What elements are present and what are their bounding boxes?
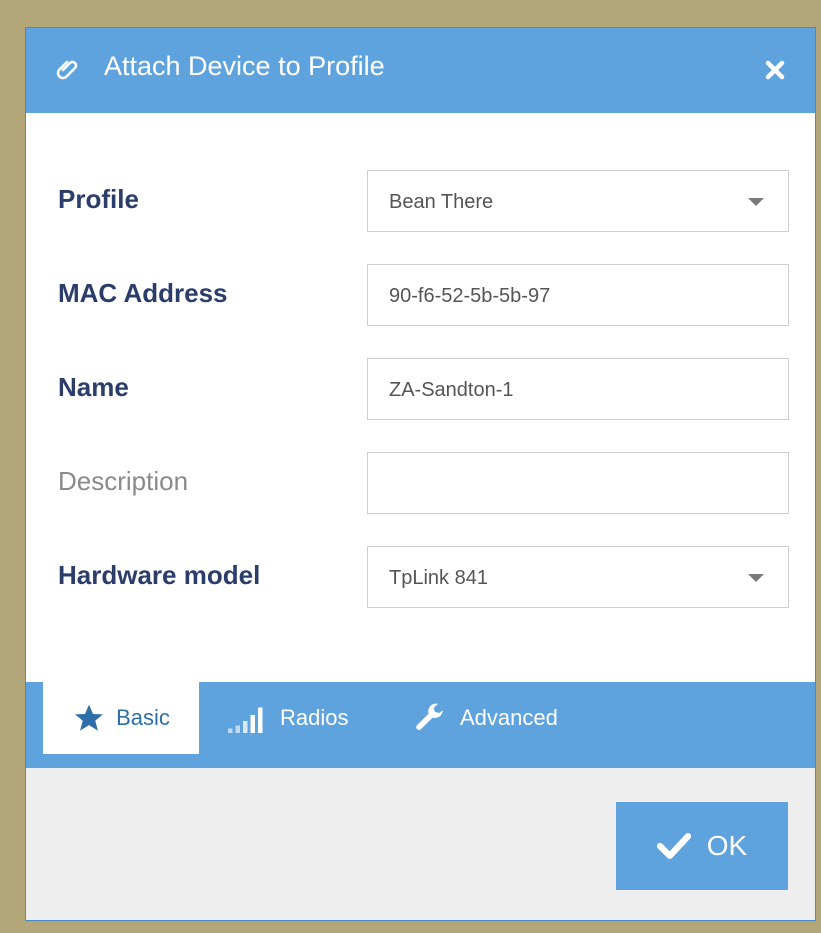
mac-address-row: MAC Address 90-f6-52-5b-5b-97 xyxy=(26,264,815,328)
name-value: ZA-Sandton-1 xyxy=(389,379,514,401)
paperclip-icon xyxy=(56,60,78,80)
wrench-icon xyxy=(416,703,443,730)
hardware-model-label: Hardware model xyxy=(58,560,261,590)
attach-device-dialog: Attach Device to Profile Profile Bean Th… xyxy=(25,27,816,921)
tab-radios-label: Radios xyxy=(280,705,349,730)
tab-bar: Basic Radios Advanced xyxy=(26,682,815,768)
profile-select[interactable]: Bean There xyxy=(367,170,789,232)
tab-basic-label: Basic xyxy=(116,705,170,730)
tab-basic[interactable]: Basic xyxy=(43,682,199,754)
hardware-model-select[interactable]: TpLink 841 xyxy=(367,546,789,608)
profile-value: Bean There xyxy=(389,191,494,213)
tab-advanced[interactable]: Advanced xyxy=(410,682,558,754)
ok-button[interactable]: OK xyxy=(616,802,788,890)
star-icon xyxy=(75,704,104,731)
profile-label: Profile xyxy=(58,184,139,214)
close-icon[interactable] xyxy=(763,58,787,82)
checkmark-icon xyxy=(656,833,691,859)
name-label: Name xyxy=(58,372,129,402)
mac-address-label: MAC Address xyxy=(58,278,228,308)
dialog-title: Attach Device to Profile xyxy=(104,51,385,81)
profile-row: Profile Bean There xyxy=(26,170,815,234)
dialog-footer: OK xyxy=(26,768,815,920)
tab-radios[interactable]: Radios xyxy=(228,682,348,754)
description-input[interactable] xyxy=(367,452,789,514)
name-input[interactable]: ZA-Sandton-1 xyxy=(367,358,789,420)
chevron-down-icon xyxy=(748,574,764,582)
form-area: Profile Bean There MAC Address 90-f6-52-… xyxy=(26,113,815,682)
name-row: Name ZA-Sandton-1 xyxy=(26,358,815,422)
signal-bars-icon xyxy=(228,707,263,733)
dialog-titlebar[interactable]: Attach Device to Profile xyxy=(26,28,815,113)
ok-button-label: OK xyxy=(706,830,748,861)
chevron-down-icon xyxy=(748,198,764,206)
mac-address-input[interactable]: 90-f6-52-5b-5b-97 xyxy=(367,264,789,326)
hardware-model-value: TpLink 841 xyxy=(389,567,488,589)
tab-advanced-label: Advanced xyxy=(460,705,558,730)
description-label: Description xyxy=(58,466,189,496)
hardware-model-row: Hardware model TpLink 841 xyxy=(26,546,815,610)
mac-address-value: 90-f6-52-5b-5b-97 xyxy=(389,285,551,307)
description-row: Description xyxy=(26,452,815,516)
